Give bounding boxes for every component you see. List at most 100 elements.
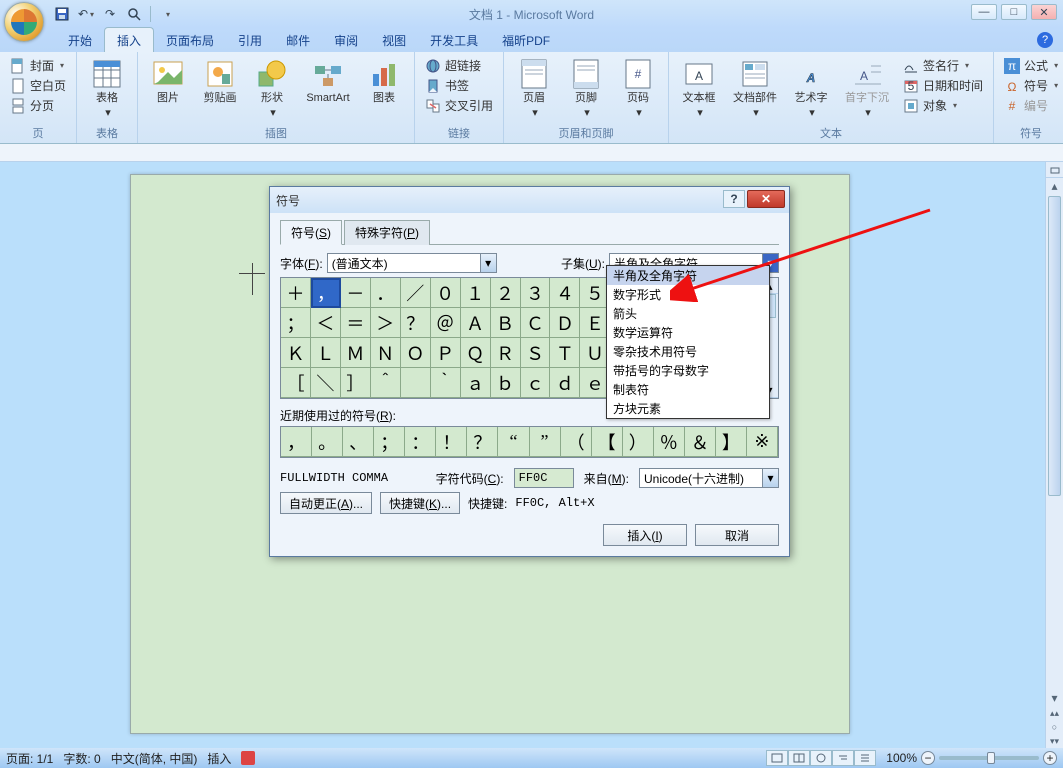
symbol-cell[interactable]: ］ <box>341 368 371 398</box>
help-icon[interactable]: ? <box>1037 32 1053 48</box>
wordart-button[interactable]: A艺术字▾ <box>787 54 835 120</box>
symbol-cell[interactable]: ０ <box>431 278 461 308</box>
outline-view-icon[interactable] <box>832 750 854 766</box>
symbol-cell[interactable]: Ｓ <box>521 338 551 368</box>
print-preview-icon[interactable] <box>126 6 142 22</box>
symbol-cell[interactable]: ％ <box>654 427 685 457</box>
symbol-cell[interactable]: ※ <box>747 427 778 457</box>
symbol-cell[interactable]: ／ <box>401 278 431 308</box>
symbol-cell[interactable]: ｀ <box>431 368 461 398</box>
datetime-button[interactable]: 5日期和时间 <box>899 76 987 95</box>
subset-option[interactable]: 数学运算符 <box>607 323 769 342</box>
symbol-cell[interactable]: ： <box>405 427 436 457</box>
language-indicator-icon[interactable] <box>241 751 255 765</box>
tab-home[interactable]: 开始 <box>56 28 104 52</box>
dialog-close-button[interactable]: ✕ <box>747 190 785 208</box>
symbol-button[interactable]: Ω符号▾ <box>1000 76 1062 95</box>
dialog-help-button[interactable]: ? <box>723 190 745 208</box>
symbol-cell[interactable]: Ｂ <box>491 308 521 338</box>
symbol-cell[interactable]: ． <box>371 278 401 308</box>
cross-reference-button[interactable]: 交叉引用 <box>421 96 497 115</box>
page-number-button[interactable]: #页码▾ <box>614 54 662 120</box>
drop-cap-button[interactable]: A首字下沉▾ <box>839 54 895 120</box>
from-dropdown-icon[interactable]: ▾ <box>762 469 778 487</box>
symbol-cell[interactable]: “ <box>498 427 529 457</box>
status-insert-mode[interactable]: 插入 <box>207 750 231 767</box>
picture-button[interactable]: 图片 <box>144 54 192 105</box>
symbol-cell[interactable]: ２ <box>491 278 521 308</box>
web-layout-view-icon[interactable] <box>810 750 832 766</box>
subset-option[interactable]: 制表符 <box>607 380 769 399</box>
subset-option[interactable]: 数字形式 <box>607 285 769 304</box>
browse-prev-icon[interactable]: ▴▴ <box>1046 706 1063 720</box>
tab-insert[interactable]: 插入 <box>104 27 154 52</box>
footer-button[interactable]: 页脚▾ <box>562 54 610 120</box>
symbol-cell[interactable]: ＼ <box>311 368 341 398</box>
full-screen-view-icon[interactable] <box>788 750 810 766</box>
symbol-cell[interactable]: 】 <box>716 427 747 457</box>
symbol-cell[interactable]: ＜ <box>311 308 341 338</box>
symbol-cell[interactable]: ＝ <box>341 308 371 338</box>
symbol-cell[interactable]: Ｑ <box>461 338 491 368</box>
symbol-cell[interactable]: Ｐ <box>431 338 461 368</box>
symbol-cell[interactable] <box>401 368 431 398</box>
symbol-cell[interactable]: ｂ <box>491 368 521 398</box>
symbol-cell[interactable]: ３ <box>521 278 551 308</box>
char-code-input[interactable] <box>514 468 574 488</box>
vertical-scrollbar[interactable]: ▴ ▾ ▴▴ ○ ▾▾ <box>1045 162 1063 748</box>
browse-next-icon[interactable]: ▾▾ <box>1046 734 1063 748</box>
symbol-cell[interactable]: 【 <box>592 427 623 457</box>
tab-references[interactable]: 引用 <box>226 28 274 52</box>
zoom-slider-knob[interactable] <box>987 752 995 764</box>
number-button[interactable]: #编号 <box>1000 96 1062 115</box>
symbol-cell[interactable]: ４ <box>550 278 580 308</box>
symbol-cell[interactable]: １ <box>461 278 491 308</box>
symbol-cell[interactable]: ” <box>530 427 561 457</box>
close-button[interactable]: ✕ <box>1031 4 1057 20</box>
chart-button[interactable]: 图表 <box>360 54 408 105</box>
symbol-cell[interactable]: 。 <box>312 427 343 457</box>
signature-line-button[interactable]: 签名行▾ <box>899 56 987 75</box>
header-button[interactable]: 页眉▾ <box>510 54 558 120</box>
tab-mailings[interactable]: 邮件 <box>274 28 322 52</box>
symbol-cell[interactable]: ） <box>623 427 654 457</box>
scroll-up-icon[interactable]: ▴ <box>1046 178 1063 194</box>
font-dropdown-icon[interactable]: ▾ <box>480 254 496 272</box>
symbol-cell[interactable]: ！ <box>436 427 467 457</box>
tab-view[interactable]: 视图 <box>370 28 418 52</box>
tab-page-layout[interactable]: 页面布局 <box>154 28 226 52</box>
scroll-down-icon[interactable]: ▾ <box>1046 690 1063 706</box>
textbox-button[interactable]: A文本框▾ <box>675 54 723 120</box>
symbol-cell[interactable]: 、 <box>343 427 374 457</box>
bookmark-button[interactable]: 书签 <box>421 76 497 95</box>
symbol-cell[interactable]: Ａ <box>461 308 491 338</box>
tab-symbols[interactable]: 符号(S) <box>280 220 342 245</box>
subset-option[interactable]: 方块元素 <box>607 399 769 418</box>
browse-select-icon[interactable]: ○ <box>1046 720 1063 734</box>
font-combo[interactable]: (普通文本) ▾ <box>327 253 497 273</box>
tab-review[interactable]: 审阅 <box>322 28 370 52</box>
symbol-cell[interactable]: ａ <box>461 368 491 398</box>
symbol-cell[interactable]: ； <box>281 308 311 338</box>
symbol-cell[interactable]: Ｋ <box>281 338 311 368</box>
print-layout-view-icon[interactable] <box>766 750 788 766</box>
subset-option[interactable]: 半角及全角字符 <box>607 266 769 285</box>
symbol-cell[interactable]: （ <box>561 427 592 457</box>
subset-option[interactable]: 带括号的字母数字 <box>607 361 769 380</box>
shortcut-key-button[interactable]: 快捷键(K)... <box>380 492 460 514</box>
autocorrect-button[interactable]: 自动更正(A)... <box>280 492 372 514</box>
symbol-cell[interactable]: ＋ <box>281 278 311 308</box>
tab-special-chars[interactable]: 特殊字符(P) <box>344 220 430 245</box>
symbol-cell[interactable]: ， <box>311 278 341 308</box>
symbol-cell[interactable]: ｃ <box>521 368 551 398</box>
subset-option[interactable]: 零杂技术用符号 <box>607 342 769 361</box>
symbol-cell[interactable]: ｄ <box>550 368 580 398</box>
quick-parts-button[interactable]: 文档部件▾ <box>727 54 783 120</box>
tab-developer[interactable]: 开发工具 <box>418 28 490 52</box>
equation-button[interactable]: π公式▾ <box>1000 56 1062 75</box>
symbol-cell[interactable]: Ｒ <box>491 338 521 368</box>
qat-customize-icon[interactable]: ▾ <box>159 6 175 22</box>
symbol-cell[interactable]: ［ <box>281 368 311 398</box>
tab-foxit-pdf[interactable]: 福昕PDF <box>490 28 562 52</box>
symbol-cell[interactable]: Ｃ <box>521 308 551 338</box>
